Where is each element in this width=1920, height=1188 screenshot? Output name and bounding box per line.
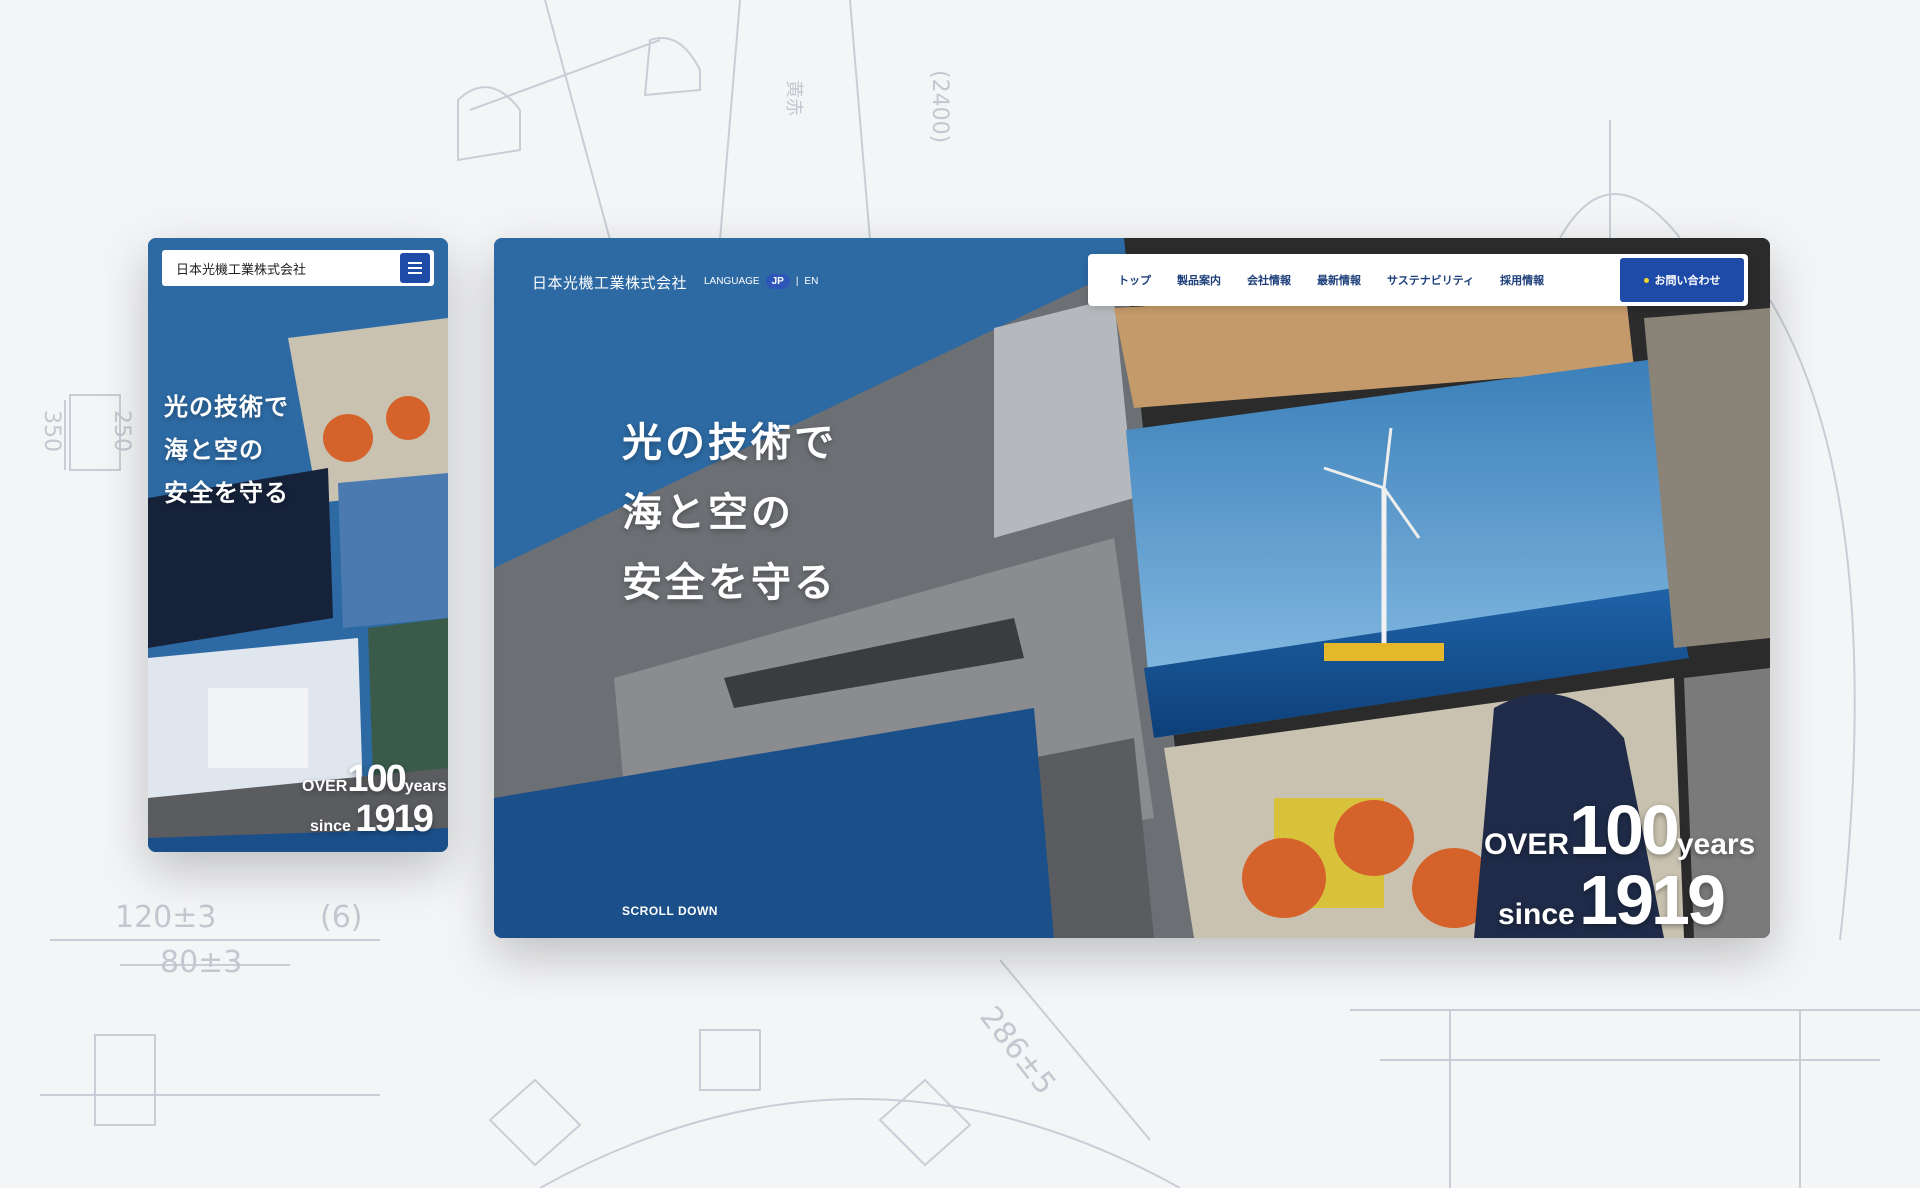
dimension-label: (2400) xyxy=(927,70,952,144)
badge-since: since xyxy=(310,818,351,835)
contact-button[interactable]: お問い合わせ xyxy=(1620,258,1744,302)
hero-headline-line: 光の技術で xyxy=(622,421,837,465)
dimension-label: 120±3 xyxy=(115,900,217,935)
desktop-site-preview: 日本光機工業株式会社 LANGUAGE JP | EN トップ 製品案内 会社情… xyxy=(494,238,1770,938)
language-separator: | xyxy=(795,276,799,287)
badge-over: OVER xyxy=(1484,828,1570,861)
nav-item-news[interactable]: 最新情報 xyxy=(1317,272,1361,288)
language-label: LANGUAGE xyxy=(704,276,760,287)
badge-hundred: 100 xyxy=(347,758,406,800)
dimension-label: (6) xyxy=(320,900,363,935)
site-logo[interactable]: 日本光機工業株式会社 xyxy=(532,272,687,293)
nav-item-sustainability[interactable]: サステナビリティ xyxy=(1387,272,1474,288)
mobile-site-logo[interactable]: 日本光機工業株式会社 xyxy=(176,259,306,278)
mobile-site-preview: 日本光機工業株式会社 光の技術で 海と空の 安全を守る OVER100years… xyxy=(148,238,448,852)
hero-headline-line: 海と空の xyxy=(164,437,264,464)
nav-item-top[interactable]: トップ xyxy=(1118,272,1151,288)
since-1919-badge: since 1919 xyxy=(1498,860,1726,938)
language-en-button[interactable]: EN xyxy=(804,276,818,287)
badge-hundred: 100 xyxy=(1569,791,1680,869)
dimension-label: 黄赤 xyxy=(783,80,804,116)
scroll-down-link[interactable]: SCROLL DOWN xyxy=(622,904,718,918)
hero-headline-line: 安全を守る xyxy=(164,480,289,507)
dimension-label: 250 xyxy=(109,410,134,452)
hero-headline-line: 安全を守る xyxy=(622,561,837,605)
contact-dot-icon xyxy=(1643,277,1649,283)
language-switcher: LANGUAGE JP | EN xyxy=(704,274,818,289)
global-nav: トップ 製品案内 会社情報 最新情報 サステナビリティ 採用情報 お問い合わせ xyxy=(1088,254,1748,306)
over-100-years-badge: OVER100years xyxy=(1484,790,1755,870)
dimension-label: 80±3 xyxy=(160,945,243,980)
badge-years: years xyxy=(1676,828,1756,861)
language-jp-button[interactable]: JP xyxy=(765,274,790,289)
hamburger-menu-icon[interactable] xyxy=(400,253,430,283)
mobile-header: 日本光機工業株式会社 xyxy=(162,250,434,286)
hero-headline: 光の技術で 海と空の 安全を守る xyxy=(622,408,837,618)
badge-year: 1919 xyxy=(355,798,434,840)
dimension-label: 350 xyxy=(39,410,64,452)
badge-over: OVER xyxy=(302,778,348,795)
mobile-since-1919-badge: since 1919 xyxy=(310,798,434,841)
mobile-hero-headline: 光の技術で 海と空の 安全を守る xyxy=(164,386,289,515)
hero-headline-line: 光の技術で xyxy=(164,394,289,421)
contact-label: お問い合わせ xyxy=(1654,275,1721,287)
nav-item-products[interactable]: 製品案内 xyxy=(1177,272,1221,288)
mobile-over-100-years-badge: OVER100years xyxy=(302,758,447,801)
badge-since: since xyxy=(1498,898,1575,931)
nav-item-company[interactable]: 会社情報 xyxy=(1247,272,1291,288)
badge-years: years xyxy=(404,778,447,795)
hero-headline-line: 海と空の xyxy=(622,491,794,535)
nav-item-recruit[interactable]: 採用情報 xyxy=(1500,272,1544,288)
badge-year: 1919 xyxy=(1579,861,1726,938)
